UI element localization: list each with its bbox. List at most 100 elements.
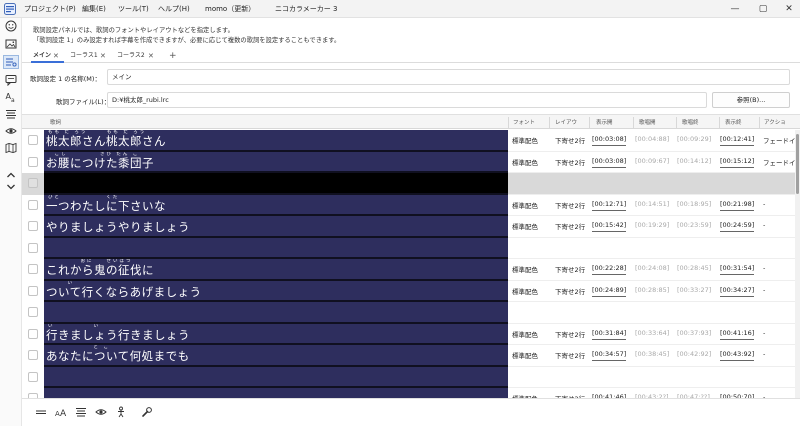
wrench-icon[interactable] — [140, 405, 154, 419]
lyric-preview-cell[interactable] — [44, 366, 508, 388]
smiley-icon[interactable] — [3, 19, 19, 33]
menu-project[interactable]: プロジェクト(P) — [24, 4, 76, 15]
cell-action[interactable]: - — [763, 286, 765, 294]
cell-font[interactable]: 標準配色 — [512, 157, 538, 167]
fairy-icon[interactable] — [114, 405, 128, 419]
cell-action[interactable]: - — [763, 200, 765, 208]
cell-layout[interactable]: 下寄せ2行 — [555, 350, 585, 360]
table-row[interactable] — [22, 302, 800, 324]
col-display-start[interactable]: 表示開 — [596, 118, 613, 126]
cell-font[interactable]: 標準配色 — [512, 329, 538, 339]
lyrics-settings-icon[interactable] — [3, 55, 19, 69]
lyric-preview-cell[interactable]: おに せいばつ これから鬼の征伐に — [44, 259, 508, 281]
cell-display-end[interactable]: [00:34:27] — [720, 286, 755, 297]
col-divider[interactable] — [759, 117, 760, 128]
eye-icon[interactable] — [94, 405, 108, 419]
cell-sing-start[interactable]: [00:09:67] — [635, 157, 669, 165]
cell-display-end[interactable]: [00:12:41] — [720, 135, 755, 146]
table-row[interactable] — [22, 237, 800, 259]
cell-sing-end[interactable]: [00:14:12] — [677, 157, 711, 165]
font-icon[interactable]: Aa — [3, 90, 19, 104]
table-row[interactable]: おに せいばつ これから鬼の征伐に 標準配色 下寄せ2行 [00:22:28] [00:2… — [22, 259, 800, 281]
col-divider[interactable] — [589, 117, 590, 128]
align-icon[interactable] — [74, 405, 88, 419]
menu-tools[interactable]: ツール(T) — [118, 4, 149, 15]
cell-action[interactable]: - — [763, 221, 765, 229]
cell-display-start[interactable]: [00:03:08] — [592, 157, 627, 168]
lyric-preview-cell[interactable]: ひと くだ 一つわたしに下さいな — [44, 194, 508, 216]
close-window-button[interactable]: ✕ — [782, 2, 796, 16]
align-icon[interactable] — [3, 107, 19, 121]
cell-display-start[interactable]: [00:03:08] — [592, 135, 627, 146]
col-layout[interactable]: レイアウ — [555, 118, 577, 126]
table-row[interactable]: ひと くだ 一つわたしに下さいな 標準配色 下寄せ2行 [00:12:71] [00:14… — [22, 194, 800, 216]
col-divider[interactable] — [633, 117, 634, 128]
table-row[interactable]: いついて行くならあげましょう 標準配色 下寄せ2行 [00:24:89] [00:28:… — [22, 280, 800, 302]
menu-help[interactable]: ヘルプ(H) — [158, 4, 190, 15]
lyric-preview-cell[interactable]: いついて行くならあげましょう — [44, 280, 508, 302]
cell-action[interactable]: - — [763, 329, 765, 337]
eye-icon[interactable] — [3, 124, 19, 138]
lyric-preview-cell[interactable]: ど こあなたについて何処までも — [44, 345, 508, 367]
image-icon[interactable] — [3, 37, 19, 51]
chat-icon[interactable] — [3, 73, 19, 87]
col-lyric[interactable]: 歌詞 — [50, 118, 61, 126]
cell-layout[interactable]: 下寄せ2行 — [555, 286, 585, 296]
col-divider[interactable] — [549, 117, 550, 128]
table-row[interactable] — [22, 366, 800, 388]
col-sing-end[interactable]: 歌唱終 — [682, 118, 699, 126]
row-checkbox[interactable] — [28, 199, 38, 210]
cell-display-end[interactable]: [00:31:54] — [720, 264, 755, 275]
row-checkbox[interactable] — [28, 221, 38, 231]
cell-sing-start[interactable]: [00:19:29] — [635, 221, 669, 229]
tab-chorus-1-close-icon[interactable]: ✕ — [100, 50, 106, 62]
font-size-icon[interactable]: AA — [54, 405, 68, 419]
row-checkbox[interactable] — [28, 285, 38, 296]
cell-sing-end[interactable]: [00:18:95] — [677, 200, 711, 208]
table-row[interactable]: い い行きましょう行きましょう 標準配色 下寄せ2行 [00:31:84] [00:33… — [22, 323, 800, 345]
cell-sing-start[interactable]: [00:38:45] — [635, 350, 669, 358]
scrollbar-thumb[interactable] — [796, 134, 799, 194]
lyric-preview-cell[interactable] — [44, 388, 508, 398]
cell-font[interactable]: 標準配色 — [512, 200, 538, 210]
cell-sing-end[interactable]: [00:42:92] — [677, 350, 711, 358]
row-checkbox[interactable] — [28, 307, 38, 317]
cell-sing-start[interactable]: [00:14:51] — [635, 200, 669, 208]
lyric-preview-cell[interactable]: い い行きましょう行きましょう — [44, 323, 508, 345]
lyric-preview-cell[interactable]: もも た ろう もも た ろう 桃太郎さん桃太郎さん — [44, 130, 508, 152]
cell-sing-start[interactable]: [00:04:88] — [635, 135, 669, 143]
cell-display-start[interactable]: [00:12:71] — [592, 200, 627, 211]
col-sing-start[interactable]: 歌唱開 — [639, 118, 656, 126]
tab-chorus-2[interactable]: コーラス2 — [117, 50, 145, 62]
chevron-down-icon[interactable] — [3, 180, 19, 194]
cell-display-end[interactable]: [00:21:98] — [720, 200, 755, 211]
col-divider[interactable] — [676, 117, 677, 128]
col-divider[interactable] — [719, 117, 720, 128]
tab-chorus-2-close-icon[interactable]: ✕ — [148, 50, 154, 62]
table-row[interactable]: こし きび だん ごお腰につけた黍団子 標準配色 下寄せ2行 [00:03:08] [0… — [22, 151, 800, 173]
table-row[interactable]: もも た ろう もも た ろう 桃太郎さん桃太郎さん 標準配色 下寄せ2行 [00:03… — [22, 130, 800, 152]
cell-font[interactable]: 標準配色 — [512, 221, 538, 231]
cell-display-start[interactable]: [00:24:89] — [592, 286, 627, 297]
cell-font[interactable]: 標準配色 — [512, 264, 538, 274]
cell-layout[interactable]: 下寄せ2行 — [555, 221, 585, 231]
cell-sing-end[interactable]: [00:33:27] — [677, 286, 711, 294]
cell-display-end[interactable]: [00:24:59] — [720, 221, 755, 232]
menu-edit[interactable]: 編集(E) — [82, 4, 106, 15]
map-icon[interactable] — [3, 141, 19, 155]
cell-sing-end[interactable]: [00:37:93] — [677, 329, 711, 337]
cell-sing-end[interactable]: [00:23:59] — [677, 221, 711, 229]
row-checkbox[interactable] — [28, 264, 38, 274]
lyric-preview-cell[interactable] — [44, 302, 508, 324]
cell-sing-start[interactable]: [00:33:64] — [635, 329, 669, 337]
cell-layout[interactable]: 下寄せ2行 — [555, 157, 585, 167]
tab-chorus-1[interactable]: コーラス1 — [70, 50, 98, 62]
cell-display-end[interactable]: [00:41:16] — [720, 329, 755, 340]
cell-layout[interactable]: 下寄せ2行 — [555, 200, 585, 210]
table-row[interactable]: 標準配色下寄せ2行[00:41:46][00:43:2?][00:47:??][… — [22, 388, 800, 398]
add-tab-button[interactable]: + — [169, 50, 177, 62]
cell-display-start[interactable]: [00:22:28] — [592, 264, 627, 275]
line-icon[interactable] — [34, 405, 48, 419]
name-input[interactable]: メイン — [107, 69, 790, 85]
cell-display-end[interactable]: [00:43:92] — [720, 350, 755, 361]
